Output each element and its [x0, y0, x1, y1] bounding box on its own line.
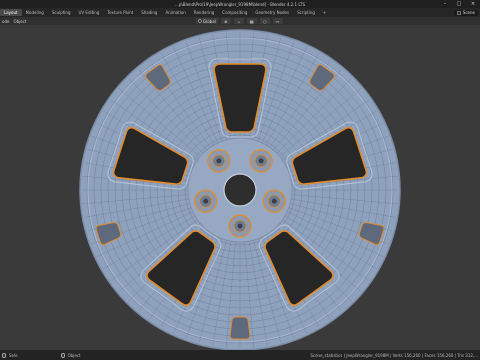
scene-label: Scene [462, 10, 475, 15]
object-menu[interactable]: Object [13, 19, 26, 24]
falloff-icon[interactable]: ∾ [272, 18, 283, 24]
tab-sculpting[interactable]: Sculpting [48, 9, 75, 16]
transform-tools: Global ⊕ ⌣ ▦ ○ ∾ [196, 17, 283, 25]
scene-icon [456, 10, 461, 15]
mouse-middle-icon [60, 352, 65, 358]
snap-icon[interactable]: ⌣ [233, 18, 244, 24]
minimize-icon[interactable]: – [438, 0, 452, 8]
rim-pocket-shape [229, 316, 251, 340]
tab-shading[interactable]: Shading [137, 9, 161, 16]
mode-label[interactable]: ode [2, 19, 9, 24]
3d-viewport[interactable] [0, 25, 480, 351]
tab-animation[interactable]: Animation [161, 9, 189, 16]
lug-nut-hole [271, 198, 277, 204]
orientation-label: Global [203, 18, 216, 24]
status-select-label: Sele [9, 352, 18, 358]
mouse-icon [2, 352, 6, 358]
status-bar: Sele Object Scene_statistics | JeepWrang… [0, 350, 480, 360]
wheel-mesh [79, 29, 401, 351]
tab-scripting[interactable]: Scripting [293, 9, 319, 16]
status-object-label: Object [67, 352, 81, 358]
tab-modeling[interactable]: Modeling [22, 9, 48, 16]
close-icon[interactable]: × [466, 0, 480, 8]
title-bar: ...p\Blend\Pro\19\JeepWrangler_9198M\ble… [0, 0, 480, 8]
add-workspace-button[interactable]: + [319, 9, 330, 16]
scene-statistics: Scene_statistics | JeepWrangler_9198M | … [310, 352, 478, 358]
scene-selector[interactable]: Scene [453, 9, 478, 16]
window-title: ...p\Blend\Pro\19\JeepWrangler_9198M\ble… [175, 1, 305, 7]
lug-nut-hole [216, 158, 222, 164]
rim-pocket [229, 316, 251, 340]
tab-texture-paint[interactable]: Texture Paint [103, 9, 137, 16]
snap-target-icon[interactable]: ▦ [246, 18, 257, 24]
center-bore [223, 173, 257, 207]
workspace-tabs: Layout Modeling Sculpting UV Editing Tex… [0, 8, 480, 17]
lug-nut-hole [237, 223, 243, 229]
lug-nut-hole [258, 158, 264, 164]
tab-rendering[interactable]: Rendering [190, 9, 218, 16]
maximize-icon[interactable]: □ [452, 0, 466, 8]
scene-selector-area: Scene [453, 8, 480, 17]
pivot-icon[interactable]: ⊕ [220, 18, 231, 24]
lug-nut-hole [203, 198, 209, 204]
tab-compositing[interactable]: Compositing [218, 9, 251, 16]
tab-layout[interactable]: Layout [0, 9, 22, 16]
tab-geometry-nodes[interactable]: Geometry Nodes [251, 9, 293, 16]
orientation-icon [198, 19, 202, 23]
orientation-dropdown[interactable]: Global [196, 18, 218, 24]
tab-uv-editing[interactable]: UV Editing [75, 9, 104, 16]
proportional-edit-icon[interactable]: ○ [259, 18, 270, 24]
